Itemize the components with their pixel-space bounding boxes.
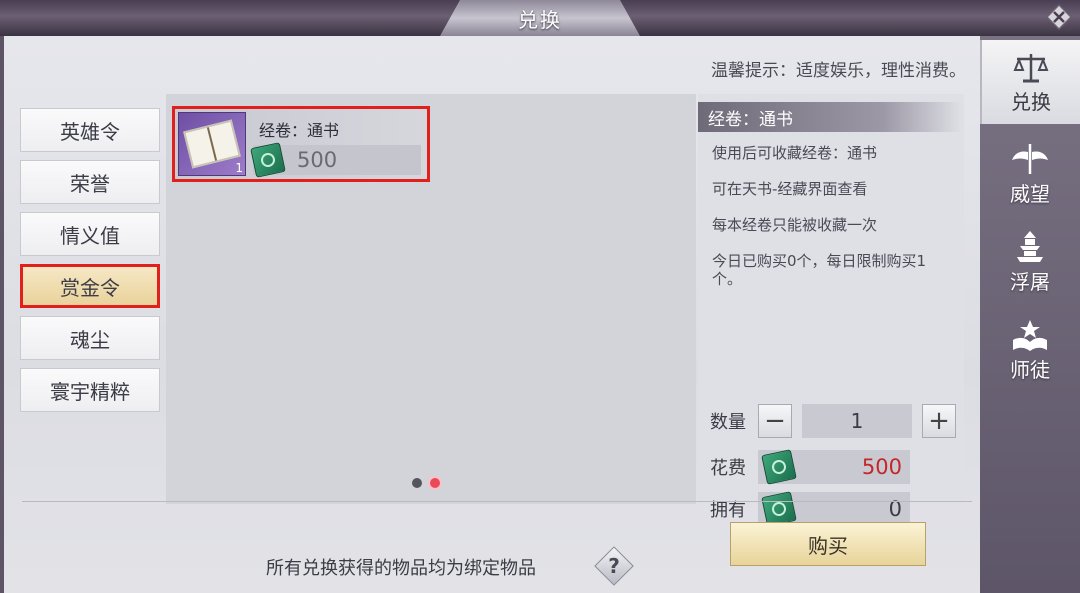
- category-item[interactable]: 魂尘: [20, 316, 160, 360]
- detail-line: 今日已购买0个，每日限制购买1个。: [712, 252, 927, 288]
- own-label: 拥有: [710, 500, 746, 521]
- quantity-row: 数量 − 1 +: [710, 404, 956, 438]
- page-dot-active[interactable]: [430, 478, 440, 488]
- own-row: 拥有 0: [710, 491, 910, 527]
- goods-grid: 1 经卷：通书 500: [166, 94, 696, 504]
- goods-count: 1: [235, 161, 243, 175]
- goods-name: 经卷：通书: [259, 121, 340, 140]
- exchange-panel: 温馨提示：适度娱乐，理性消费。 英雄令 荣誉 情义值 赏金令 魂尘 寰宇精粹 1…: [0, 36, 980, 593]
- cost-value: 500: [861, 455, 902, 479]
- pagoda-icon: [1017, 230, 1043, 262]
- help-label: ?: [608, 554, 620, 578]
- increase-button[interactable]: +: [922, 404, 956, 438]
- page-dot[interactable]: [412, 478, 422, 488]
- category-label: 赏金令: [60, 275, 120, 300]
- cost-row: 花费 500: [710, 449, 910, 485]
- bounty-token-icon: [761, 449, 797, 485]
- scroll-book-icon: 1: [178, 112, 246, 176]
- plus-icon: +: [928, 406, 950, 436]
- quantity-stepper[interactable]: 1: [802, 404, 912, 438]
- tip-text: 温馨提示：适度娱乐，理性消费。: [711, 61, 966, 81]
- category-label: 英雄令: [60, 119, 120, 144]
- detail-line: 可在天书-经藏界面查看: [712, 180, 868, 198]
- tab-mentor[interactable]: 师徒: [980, 308, 1080, 392]
- category-item[interactable]: 英雄令: [20, 108, 160, 152]
- close-icon: [1046, 4, 1072, 30]
- bind-notice: 所有兑换获得的物品均为绑定物品: [266, 558, 536, 579]
- tab-label: 浮屠: [1010, 269, 1050, 294]
- cost-box: 500: [758, 449, 910, 485]
- buy-button[interactable]: 购买: [730, 522, 926, 566]
- item-detail-panel: 经卷：通书 使用后可收藏经卷：通书 可在天书-经藏界面查看 每本经卷只能被收藏一…: [698, 94, 964, 527]
- goods-price-box: 500: [250, 142, 421, 178]
- quantity-label: 数量: [710, 412, 746, 433]
- category-item[interactable]: 情义值: [20, 212, 160, 256]
- category-label: 魂尘: [70, 327, 110, 352]
- book-star-icon: [1013, 319, 1047, 351]
- cost-label: 花费: [710, 458, 746, 479]
- divider: [22, 501, 972, 502]
- tab-label: 兑换: [1011, 89, 1051, 114]
- page-indicator: [412, 478, 440, 488]
- tab-prestige[interactable]: 威望: [980, 132, 1080, 216]
- tab-pagoda[interactable]: 浮屠: [980, 220, 1080, 304]
- title-bar: 兑换: [0, 0, 1080, 36]
- detail-title: 经卷：通书: [698, 102, 962, 132]
- goods-price: 500: [297, 148, 338, 172]
- category-label: 寰宇精粹: [50, 379, 130, 404]
- side-tab-bar: 兑换 威望 浮屠 师徒: [980, 36, 1080, 593]
- tab-exchange[interactable]: 兑换: [980, 40, 1080, 124]
- window-title: 兑换: [518, 7, 562, 32]
- category-item[interactable]: 荣誉: [20, 160, 160, 204]
- help-button[interactable]: ?: [594, 546, 634, 586]
- tab-label: 师徒: [1010, 357, 1050, 382]
- category-item[interactable]: 寰宇精粹: [20, 368, 160, 412]
- own-box: 0: [758, 491, 910, 527]
- decrease-button[interactable]: −: [758, 404, 792, 438]
- detail-line: 每本经卷只能被收藏一次: [712, 216, 878, 234]
- category-label: 荣誉: [70, 171, 110, 196]
- close-button[interactable]: [1044, 2, 1074, 32]
- wings-sword-icon: [1012, 143, 1048, 174]
- scales-icon: [1013, 53, 1049, 82]
- bounty-token-icon: [250, 142, 286, 178]
- title-plate: 兑换: [440, 0, 640, 36]
- minus-icon: −: [764, 406, 786, 436]
- tab-label: 威望: [1010, 181, 1050, 206]
- detail-line: 使用后可收藏经卷：通书: [712, 144, 878, 162]
- category-item-selected[interactable]: 赏金令: [20, 264, 160, 308]
- detail-description: 使用后可收藏经卷：通书 可在天书-经藏界面查看 每本经卷只能被收藏一次 今日已购…: [712, 144, 952, 306]
- buy-label: 购买: [808, 533, 848, 558]
- goods-card[interactable]: 1 经卷：通书 500: [172, 106, 430, 182]
- category-list: 英雄令 荣誉 情义值 赏金令 魂尘 寰宇精粹: [20, 108, 162, 420]
- category-label: 情义值: [60, 223, 120, 248]
